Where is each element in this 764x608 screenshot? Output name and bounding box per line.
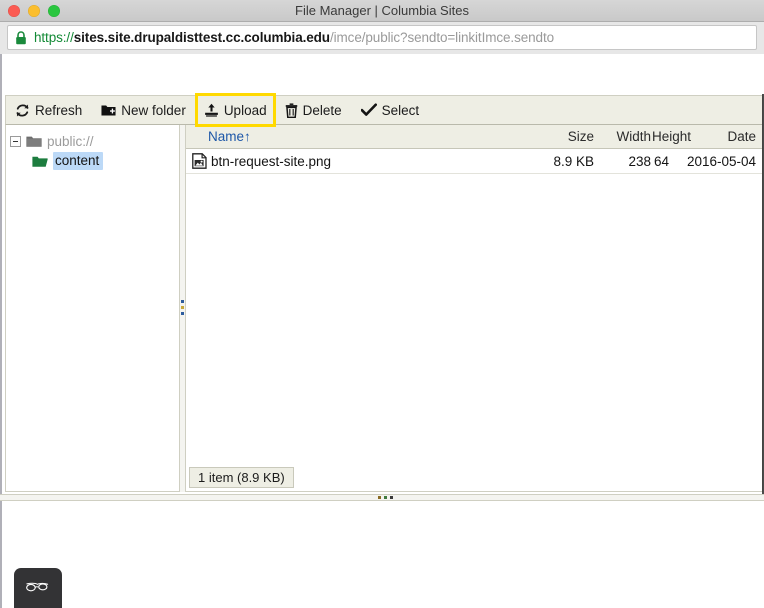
new-folder-button-label: New folder [121,102,186,118]
browser-window: File Manager | Columbia Sites https://si… [0,0,764,608]
url-separator: :// [62,30,74,45]
upload-button-label: Upload [223,102,267,118]
page-blank-area [0,54,764,94]
imce-file-manager: Refresh New folder Upload Delete Select … [0,93,764,494]
url-text: https://sites.site.drupaldisttest.cc.col… [34,30,554,45]
delete-button[interactable]: Delete [276,96,352,124]
image-file-icon [192,153,207,169]
folder-open-icon [32,155,48,168]
padlock-icon [15,30,27,45]
url-path: /imce/public?sendto=linkitImce.sendto [329,30,555,45]
table-row[interactable]: btn-request-site.png 8.9 KB 238 64 2016-… [186,149,762,174]
select-button[interactable]: Select [352,96,430,124]
new-folder-icon [101,103,116,117]
new-folder-button[interactable]: New folder [92,96,196,124]
refresh-icon [15,103,30,118]
column-header-size[interactable]: Size [534,125,594,149]
tree-item-public[interactable]: public:// [10,131,179,151]
refresh-button-label: Refresh [35,102,83,118]
tree-item-public-label: public:// [47,133,94,149]
folder-tree: public:// content [6,125,179,171]
upload-button[interactable]: Upload [194,93,276,127]
vertical-splitter[interactable] [180,125,185,492]
tree-item-content[interactable]: content [10,151,179,171]
column-header-date[interactable]: Date [686,125,756,149]
file-width: 238 [628,154,651,169]
address-bar[interactable]: https://sites.site.drupaldisttest.cc.col… [7,25,757,50]
glasses-icon [25,580,51,596]
imce-toolbar: Refresh New folder Upload Delete Select [5,93,763,127]
file-size: 8.9 KB [553,154,594,169]
checkmark-icon [360,103,377,117]
refresh-button[interactable]: Refresh [6,96,92,124]
horizontal-splitter[interactable] [0,494,764,501]
delete-button-label: Delete [302,102,342,118]
lower-page-area [0,501,764,608]
splitter-grip [181,299,184,318]
file-list-status-bar: 1 item (8.9 KB) [189,467,294,488]
file-list-header: Name↑ Size Width Height Date [186,125,762,149]
upload-icon [204,103,219,118]
file-list-rows: btn-request-site.png 8.9 KB 238 64 2016-… [186,149,762,174]
url-host: sites.site.drupaldisttest.cc.columbia.ed… [73,30,330,45]
glasses-badge-button[interactable] [14,568,62,608]
tree-collapse-toggle[interactable] [10,135,21,147]
tree-item-content-label: content [53,152,104,170]
page-title: File Manager | Columbia Sites [295,3,469,18]
folder-tree-pane: public:// content [5,125,180,492]
folder-closed-icon [26,135,42,148]
file-date: 2016-05-04 [686,154,756,169]
column-header-name[interactable]: Name↑ [208,125,251,149]
file-list-pane: Name↑ Size Width Height Date btn-request… [185,125,763,492]
column-header-width[interactable]: Width [599,125,651,149]
window-titlebar: File Manager | Columbia Sites [0,0,764,22]
splitter-grip-horizontal [378,496,396,499]
file-name: btn-request-site.png [211,154,332,169]
trash-icon [285,102,298,118]
urlbar-strip: https://sites.site.drupaldisttest.cc.col… [0,22,764,54]
url-scheme: https [34,30,63,45]
select-button-label: Select [381,102,420,118]
